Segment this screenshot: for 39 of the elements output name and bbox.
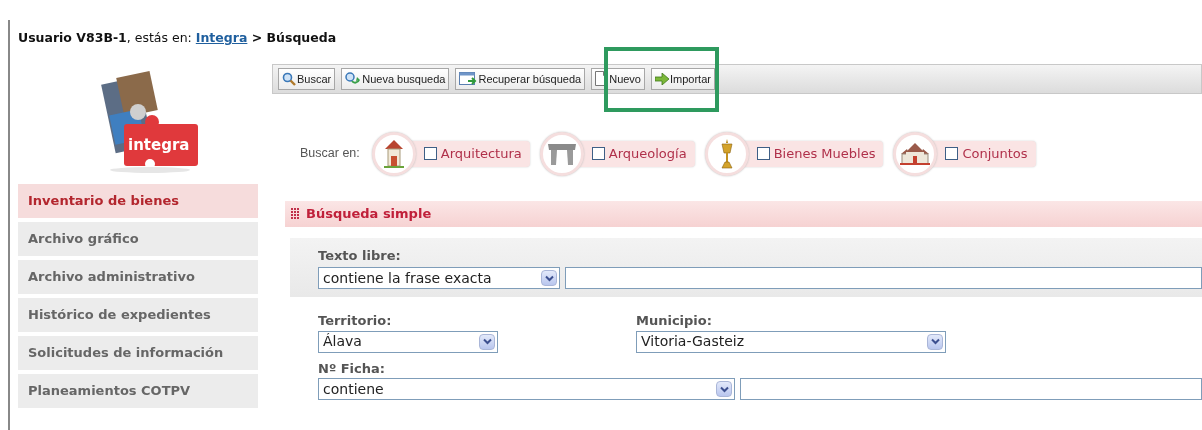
- section-title: Búsqueda simple: [306, 205, 432, 223]
- toolbar-button[interactable]: Recuperar búsqueda: [455, 67, 586, 90]
- dolmen-icon: [546, 141, 577, 166]
- checkbox[interactable]: [756, 147, 770, 161]
- record-number-input[interactable]: [740, 378, 1202, 401]
- record-operator-select[interactable]: contiene: [318, 378, 735, 401]
- church-icon: [900, 141, 931, 166]
- category-checkbox[interactable]: Conjuntos: [931, 140, 1036, 167]
- arrow-icon: [655, 72, 669, 85]
- toolbar-button[interactable]: Buscar: [278, 67, 336, 90]
- integra-link[interactable]: Integra: [195, 30, 248, 45]
- logo-text: integra: [128, 134, 190, 156]
- toolbar-button[interactable]: Importar: [651, 67, 715, 90]
- municipality-select[interactable]: Vitoria-Gasteiz: [636, 330, 946, 353]
- breadcrumb-text: Usuario V83B-1, estás en: Integra > Búsqueda: [18, 29, 338, 47]
- field-label: Texto libre:: [318, 246, 401, 265]
- checkbox[interactable]: [945, 147, 959, 161]
- field-label: Municipio:: [636, 312, 712, 331]
- checkbox[interactable]: [591, 147, 605, 161]
- sidebar-item[interactable]: Solicitudes de información: [18, 335, 258, 370]
- magnifier-icon: [282, 71, 296, 86]
- search-in-label: Buscar en:: [300, 145, 360, 163]
- sidebar-item[interactable]: Histórico de expedientes: [18, 297, 258, 332]
- checkbox[interactable]: [423, 147, 437, 161]
- toolbar-button[interactable]: Nueva busqueda: [341, 67, 450, 90]
- field-label: Nº Ficha:: [318, 359, 385, 378]
- sidebar-item[interactable]: Planeamientos COTPV: [18, 373, 258, 408]
- grip-icon: [291, 208, 300, 220]
- sidebar-item[interactable]: Inventario de bienes: [18, 183, 258, 218]
- free-text-input[interactable]: [565, 267, 1202, 290]
- operator-select[interactable]: contiene la frase exacta: [318, 267, 560, 290]
- sidebar-item[interactable]: Archivo gráfico: [18, 221, 258, 256]
- house-icon: [382, 138, 405, 169]
- toolbar-button[interactable]: Nuevo: [591, 67, 645, 90]
- field-label: Territorio:: [318, 312, 392, 331]
- magnifier-arrows-icon: [345, 71, 362, 86]
- territory-select[interactable]: Álava: [318, 330, 498, 353]
- chalice-icon: [719, 138, 734, 169]
- sidebar-item[interactable]: Archivo administrativo: [18, 259, 258, 294]
